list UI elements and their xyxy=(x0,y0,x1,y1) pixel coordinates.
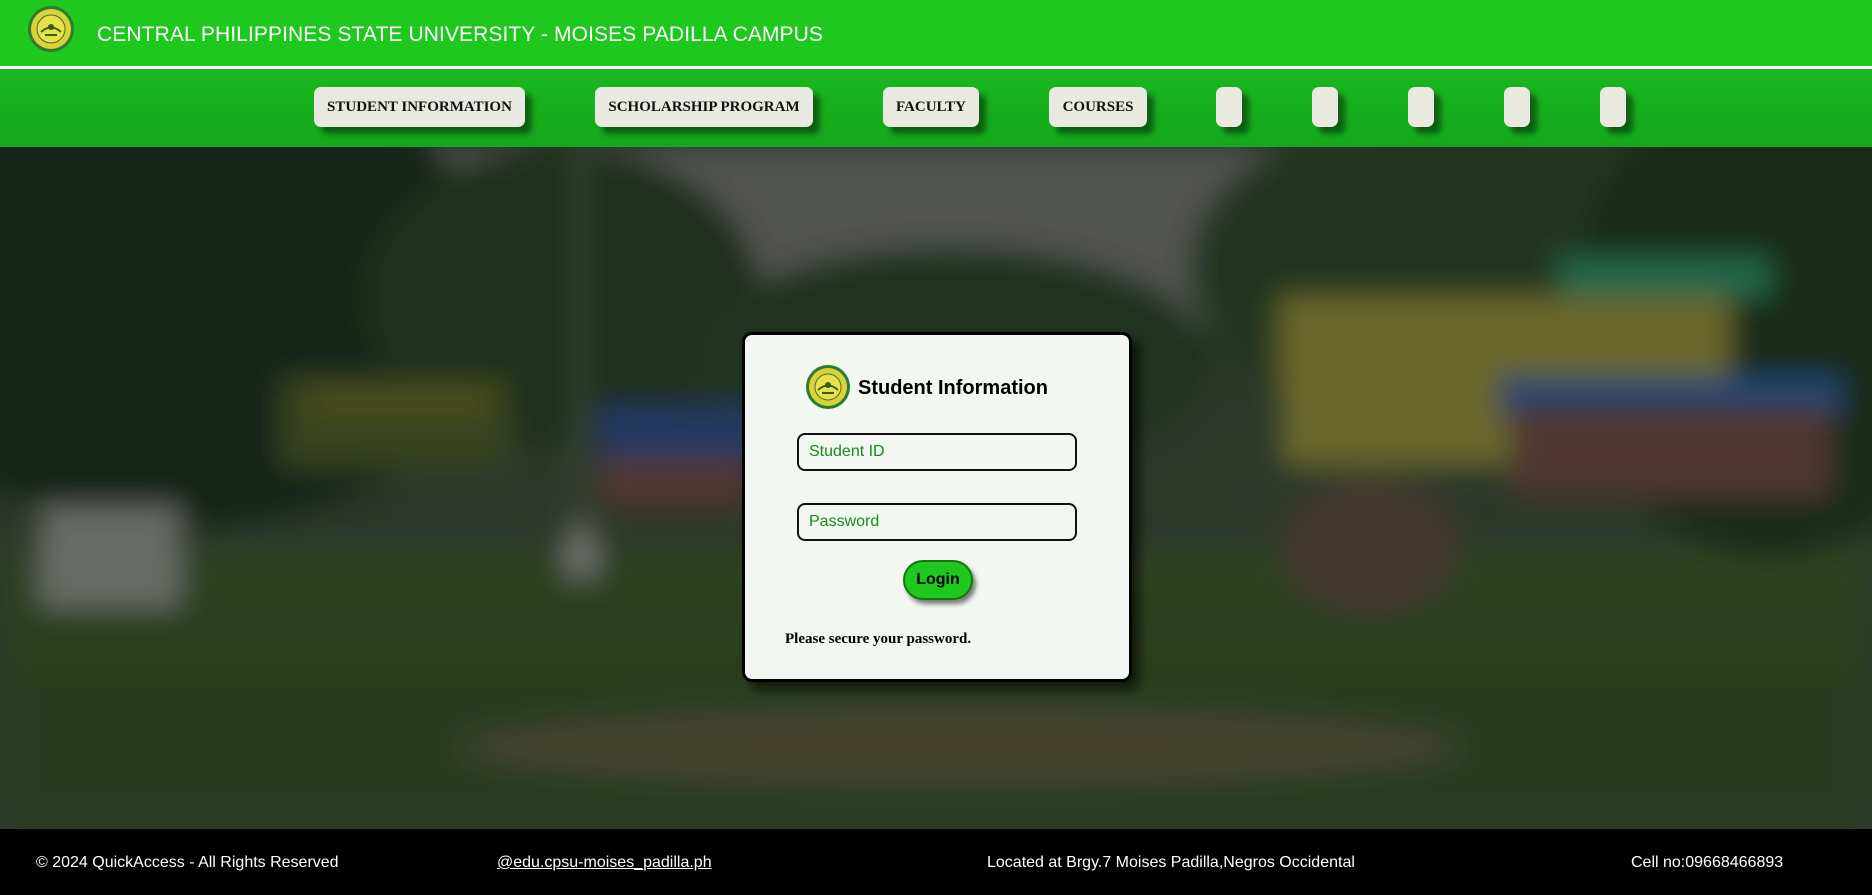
nav-faculty-button[interactable]: FACULTY xyxy=(883,87,979,127)
social-link-wrapper: @edu.cpsu-moises_padilla.ph xyxy=(497,854,712,872)
login-card: Student Information Login Please secure … xyxy=(742,332,1132,682)
main-nav: STUDENT INFORMATION SCHOLARSHIP PROGRAM … xyxy=(0,69,1872,147)
site-footer: © 2024 QuickAccess - All Rights Reserved… xyxy=(0,829,1872,895)
location-text: Located at Brgy.7 Moises Padilla,Negros … xyxy=(987,854,1355,871)
login-button[interactable]: Login xyxy=(903,560,973,600)
student-id-input[interactable] xyxy=(797,433,1077,471)
nav-empty-button-4[interactable] xyxy=(1504,87,1530,127)
phone-text: Cell no:09668466893 xyxy=(1631,854,1784,871)
nav-student-information-button[interactable]: STUDENT INFORMATION xyxy=(314,87,525,127)
nav-empty-button-5[interactable] xyxy=(1600,87,1626,127)
university-seal-icon xyxy=(28,6,74,52)
university-seal-icon xyxy=(806,365,850,409)
nav-scholarship-program-button[interactable]: SCHOLARSHIP PROGRAM xyxy=(595,87,813,127)
nav-courses-button[interactable]: COURSES xyxy=(1049,87,1147,127)
site-title: CENTRAL PHILIPPINES STATE UNIVERSITY - M… xyxy=(97,23,824,46)
nav-empty-button-3[interactable] xyxy=(1408,87,1434,127)
password-input[interactable] xyxy=(797,503,1077,541)
login-title: Student Information xyxy=(858,377,1048,399)
copyright-text: © 2024 QuickAccess - All Rights Reserved xyxy=(36,854,339,871)
site-header: CENTRAL PHILIPPINES STATE UNIVERSITY - M… xyxy=(0,0,1872,68)
nav-empty-button-1[interactable] xyxy=(1216,87,1242,127)
social-link[interactable]: @edu.cpsu-moises_padilla.ph xyxy=(497,854,712,871)
password-note: Please secure your password. xyxy=(785,631,972,647)
nav-empty-button-2[interactable] xyxy=(1312,87,1338,127)
